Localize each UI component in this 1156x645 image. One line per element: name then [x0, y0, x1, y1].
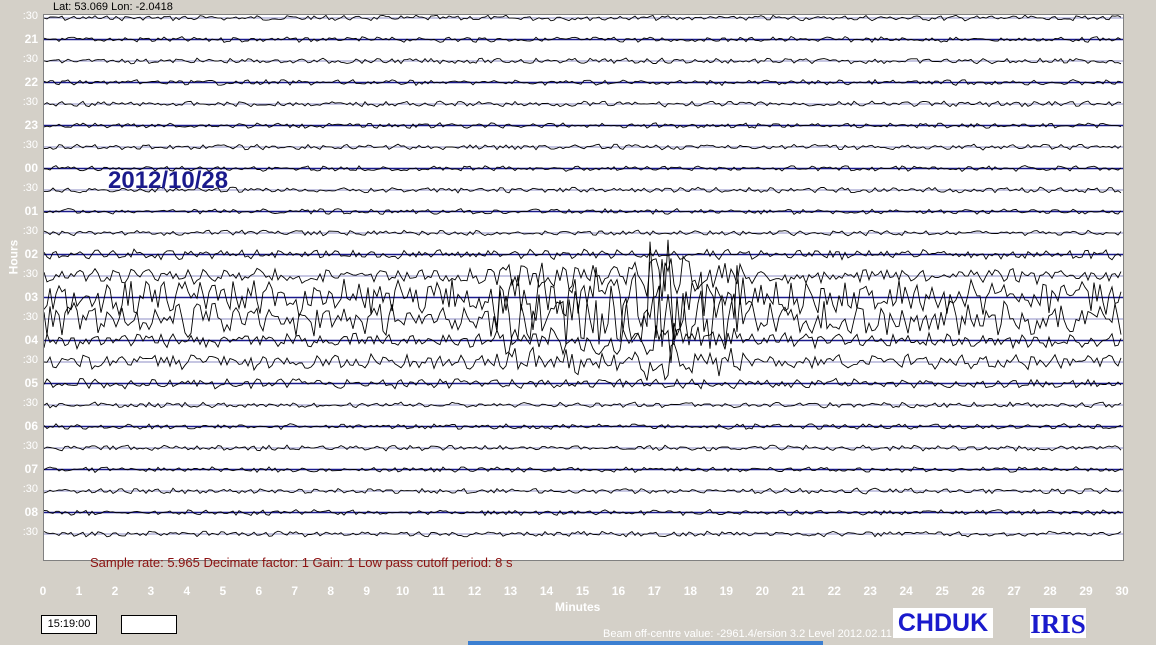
- hour-label: :30: [22, 268, 38, 280]
- trace-line: [44, 322, 1122, 364]
- hour-label: :30: [22, 96, 38, 108]
- hour-label: 02: [24, 246, 38, 261]
- x-tick-label: 3: [147, 584, 155, 598]
- blank-field[interactable]: [121, 615, 177, 634]
- taskbar-strip: [468, 641, 823, 645]
- trace-line: [44, 255, 1122, 301]
- hour-label: 23: [24, 117, 38, 132]
- iris-logo: IRIS: [1030, 608, 1086, 639]
- hour-label: :30: [22, 225, 38, 237]
- x-tick-label: 9: [363, 584, 371, 598]
- x-tick-label: 7: [291, 584, 299, 598]
- hour-label: 04: [24, 332, 38, 347]
- beam-status: Beam off-centre value: -2961.4/ersion 3.…: [603, 628, 892, 640]
- hour-label: 03: [24, 289, 38, 304]
- hour-label: 07: [24, 461, 38, 476]
- hour-label: :30: [22, 483, 38, 495]
- hour-label: :30: [22, 397, 38, 409]
- hour-label: :30: [22, 182, 38, 194]
- trace-line: [44, 239, 1122, 344]
- x-tick-label: 24: [899, 584, 913, 598]
- x-tick-label: 25: [935, 584, 949, 598]
- x-tick-label: 14: [539, 584, 554, 598]
- x-tick-label: 4: [183, 584, 191, 598]
- x-tick-label: 20: [755, 584, 769, 598]
- x-tick-label: 17: [647, 584, 662, 598]
- station-name: CHDUK: [893, 608, 993, 638]
- x-tick-label: 13: [503, 584, 518, 598]
- x-tick-label: 5: [219, 584, 227, 598]
- hour-label: 01: [24, 203, 38, 218]
- hour-label: 21: [24, 31, 38, 46]
- hour-label: 08: [24, 504, 38, 519]
- x-tick-label: 30: [1115, 584, 1129, 598]
- x-tick-label: 27: [1007, 584, 1021, 598]
- hour-label: :30: [22, 354, 38, 366]
- hour-label: :30: [22, 139, 38, 151]
- time-field[interactable]: 15:19:00: [41, 615, 97, 634]
- hour-label: :30: [22, 440, 38, 452]
- x-tick-label: 11: [432, 584, 445, 598]
- sample-info: Sample rate: 5.965 Decimate factor: 1 Ga…: [90, 555, 513, 570]
- x-tick-label: 10: [395, 584, 410, 598]
- hour-label: 22: [24, 74, 38, 89]
- x-tick-label: 8: [327, 584, 335, 598]
- date-label: 2012/10/28: [108, 167, 229, 194]
- x-tick-label: 16: [611, 584, 626, 598]
- coordinates-readout: Lat: 53.069 Lon: -2.0418: [53, 1, 173, 13]
- seismogram-traces: [44, 15, 1123, 538]
- seismogram-plot: 2012/10/28: [43, 14, 1124, 561]
- hour-label: :30: [22, 526, 38, 538]
- x-tick-label: 23: [863, 584, 877, 598]
- x-tick-label: 19: [719, 584, 734, 598]
- x-tick-label: 21: [791, 584, 805, 598]
- x-tick-label: 29: [1079, 584, 1093, 598]
- hour-label: 00: [24, 160, 38, 175]
- hour-label: 05: [24, 375, 38, 390]
- x-tick-label: 12: [467, 584, 482, 598]
- x-tick-label: 0: [39, 584, 47, 598]
- x-tick-label: 6: [255, 584, 263, 598]
- x-tick-label: 28: [1043, 584, 1057, 598]
- hour-label: :30: [22, 53, 38, 65]
- x-tick-label: 22: [827, 584, 841, 598]
- x-tick-label: 15: [575, 584, 590, 598]
- x-axis-label: Minutes: [555, 600, 601, 614]
- x-tick-label: 2: [111, 584, 119, 598]
- x-tick-label: 1: [75, 584, 83, 598]
- hour-label: :30: [22, 10, 38, 22]
- x-tick-label: 18: [683, 584, 698, 598]
- x-tick-label: 26: [971, 584, 985, 598]
- hour-label: 06: [24, 418, 38, 433]
- hour-label: :30: [22, 311, 38, 323]
